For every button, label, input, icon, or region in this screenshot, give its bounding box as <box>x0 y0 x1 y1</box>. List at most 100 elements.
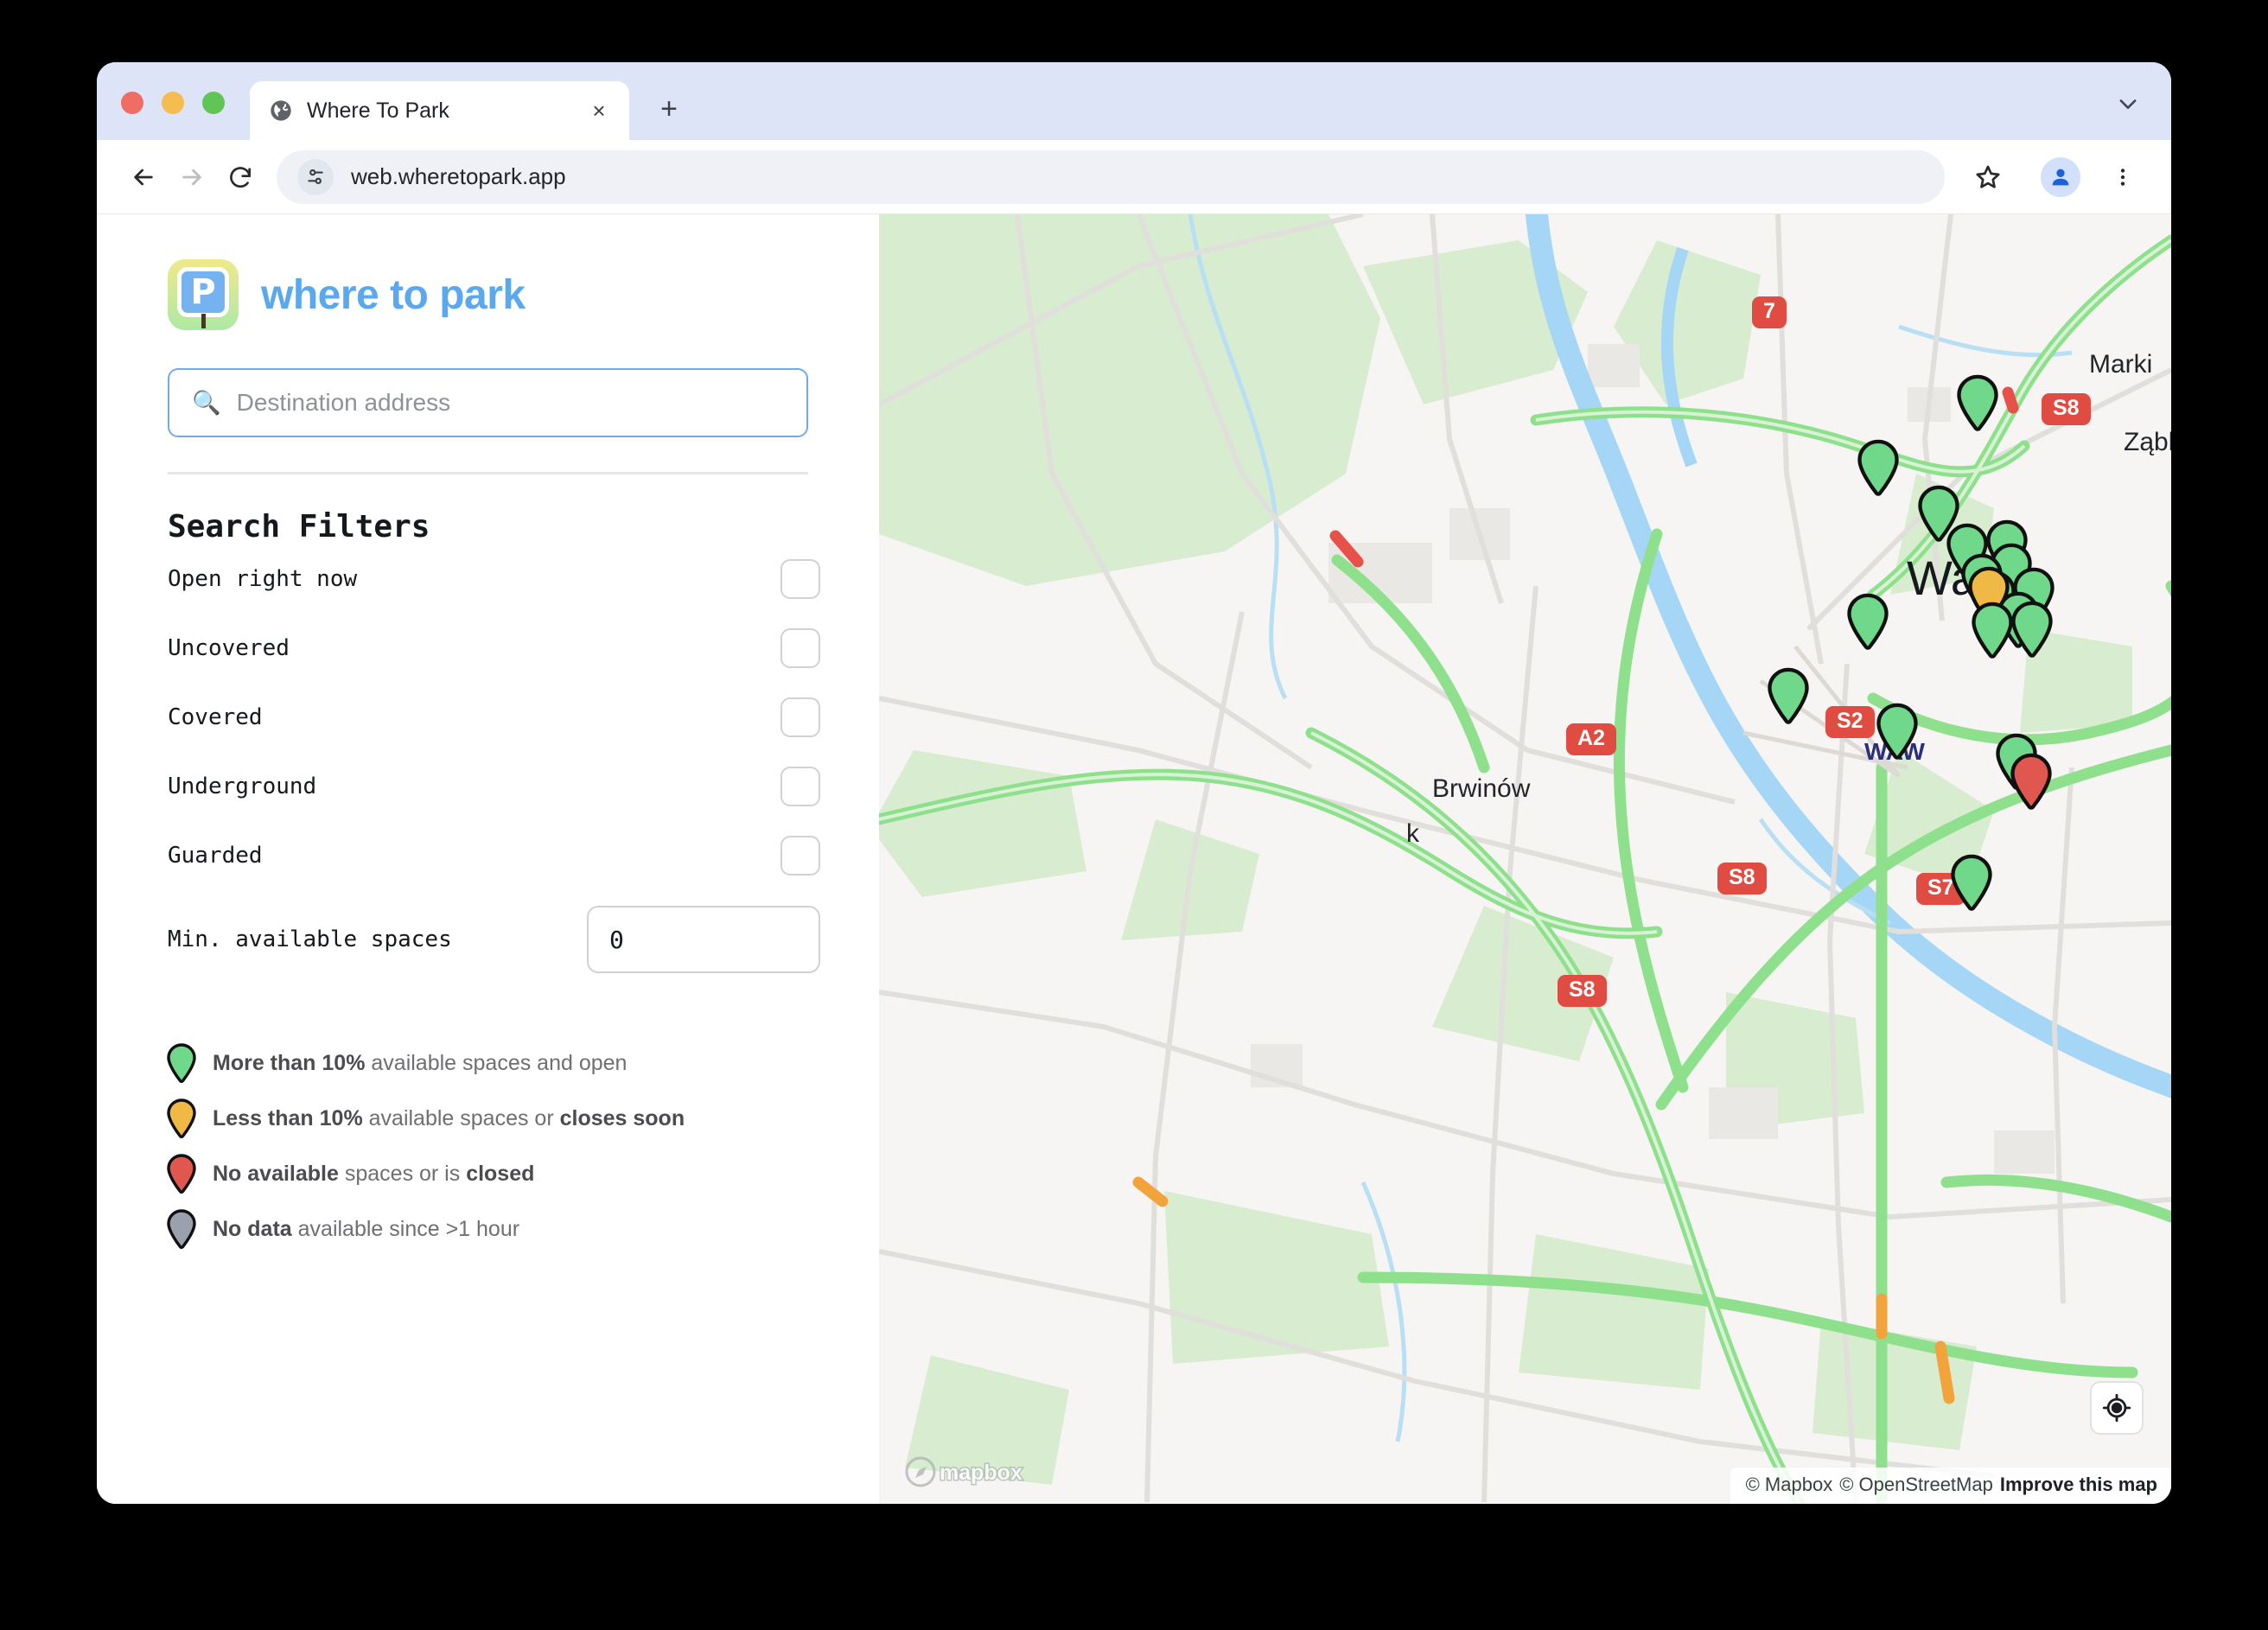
parking-marker-green[interactable] <box>1845 593 1890 650</box>
svg-text:mapbox: mapbox <box>940 1461 1023 1485</box>
new-tab-button[interactable]: + <box>650 90 688 128</box>
filter-checkbox-covered[interactable] <box>780 697 820 737</box>
legend-label: Less than 10% available spaces or closes… <box>213 1106 685 1131</box>
browser-toolbar: web.wheretopark.app <box>97 140 2171 214</box>
pin-green-icon <box>167 1043 196 1083</box>
parking-marker-red[interactable] <box>2009 753 2054 810</box>
globe-icon <box>269 99 293 123</box>
parking-sign-letter: P <box>177 267 229 317</box>
place-label-zabki: Ząbki <box>2124 428 2171 456</box>
filter-row-guarded[interactable]: Guarded <box>168 821 820 890</box>
avatar <box>2041 156 2080 197</box>
legend-rest: available spaces and open <box>365 1050 628 1075</box>
filter-label: Open right now <box>168 566 358 592</box>
filter-row-uncovered[interactable]: Uncovered <box>168 614 820 683</box>
tab-title: Where To Park <box>307 98 449 123</box>
app-name: where to park <box>261 271 526 318</box>
profile-button[interactable] <box>2036 153 2085 201</box>
window-traffic-lights <box>97 92 225 140</box>
filter-checkbox-uncovered[interactable] <box>780 628 820 668</box>
legend-strong: Less than 10% <box>213 1105 363 1130</box>
legend-strong: No available <box>213 1161 339 1186</box>
filter-label: Covered <box>168 704 263 730</box>
filter-row-open-right-now[interactable]: Open right now <box>168 544 820 614</box>
legend-strong-2: closes soon <box>559 1105 685 1130</box>
filter-row-covered[interactable]: Covered <box>168 683 820 752</box>
parking-marker-green[interactable] <box>1856 439 1901 496</box>
tab-strip: Where To Park × + <box>97 62 2171 140</box>
min-available-spaces-label: Min. available spaces <box>168 926 452 952</box>
legend-item-available: More than 10% available spaces and open <box>166 1035 858 1091</box>
pin-orange-icon <box>167 1098 196 1138</box>
parking-marker-green[interactable] <box>1949 854 1994 911</box>
legend-strong: No data <box>213 1216 292 1241</box>
legend-strong: More than 10% <box>213 1050 366 1075</box>
sign-post <box>201 314 206 328</box>
attribution-osm: © OpenStreetMap <box>1839 1474 1993 1495</box>
site-settings-icon[interactable] <box>297 158 334 195</box>
map-legend: More than 10% available spaces and open … <box>166 1035 858 1257</box>
legend-strong-2: closed <box>466 1161 535 1186</box>
filter-checkbox-open-right-now[interactable] <box>780 559 820 599</box>
filter-label: Guarded <box>168 843 263 869</box>
road-shield: A2 <box>1566 723 1616 755</box>
browser-window: Where To Park × + web.wheretopark.app P … <box>97 62 2171 1504</box>
road-shield: S8 <box>1717 863 1767 895</box>
filter-row-underground[interactable]: Underground <box>168 752 820 821</box>
app-logo-icon: P <box>168 259 239 330</box>
parking-marker-green[interactable] <box>1970 602 2015 659</box>
page-content: P where to park 🔍 Search Filters Open ri… <box>97 214 2171 1504</box>
legend-rest: spaces or is <box>338 1161 467 1186</box>
filter-label: Underground <box>168 774 317 799</box>
filter-checkbox-guarded[interactable] <box>780 836 820 875</box>
map-attribution[interactable]: © Mapbox © OpenStreetMap Improve this map <box>1730 1468 2171 1504</box>
search-input[interactable] <box>236 389 784 417</box>
min-available-spaces-row: Min. available spaces <box>168 906 820 973</box>
pin-gray-icon <box>167 1209 196 1249</box>
destination-search[interactable]: 🔍 <box>168 368 808 437</box>
browser-tab[interactable]: Where To Park × <box>250 81 629 140</box>
place-label-marki: Marki <box>2089 350 2153 379</box>
filter-checkbox-underground[interactable] <box>780 767 820 806</box>
search-icon: 🔍 <box>192 390 221 416</box>
road-shield: 7 <box>1752 296 1787 328</box>
address-bar[interactable]: web.wheretopark.app <box>277 150 1945 204</box>
improve-map-link[interactable]: Improve this map <box>2000 1474 2157 1495</box>
close-window-button[interactable] <box>121 92 143 114</box>
url-text: web.wheretopark.app <box>351 163 566 189</box>
legend-label: No data available since >1 hour <box>213 1217 519 1242</box>
forward-button[interactable] <box>168 153 216 201</box>
road-shield: S8 <box>1558 975 1607 1007</box>
minimize-window-button[interactable] <box>162 92 184 114</box>
parking-marker-green[interactable] <box>1955 374 2000 431</box>
legend-label: More than 10% available spaces and open <box>213 1051 627 1076</box>
place-label-brwinow: Brwinów <box>1432 774 1531 803</box>
parking-marker-green[interactable] <box>2010 601 2055 658</box>
place-label-partial: k <box>1406 819 1419 848</box>
back-button[interactable] <box>119 153 168 201</box>
reload-button[interactable] <box>216 153 264 201</box>
mapbox-logo[interactable]: mapbox <box>905 1456 1043 1492</box>
zoom-window-button[interactable] <box>202 92 225 114</box>
search-filters-heading: Search Filters <box>168 509 430 544</box>
geolocate-button[interactable] <box>2092 1383 2142 1433</box>
map-view[interactable]: 7 S8 S8 A2 S2 S2 S8 S7 S8 Kobyłka Marki … <box>879 214 2171 1504</box>
legend-label: No available spaces or is closed <box>213 1162 534 1187</box>
legend-rest: available since >1 hour <box>291 1216 520 1241</box>
bookmark-star-icon[interactable] <box>1964 153 2012 201</box>
filter-label: Uncovered <box>168 635 290 661</box>
parking-marker-green[interactable] <box>1875 703 1920 760</box>
legend-rest: available spaces or <box>362 1105 560 1130</box>
sidebar-divider <box>168 472 808 474</box>
legend-item-full: No available spaces or is closed <box>166 1146 858 1201</box>
browser-menu-icon[interactable] <box>2099 153 2147 201</box>
min-available-spaces-input[interactable] <box>587 906 820 973</box>
attribution-mapbox: © Mapbox <box>1745 1474 1833 1495</box>
pin-red-icon <box>167 1154 196 1194</box>
brand-header: P where to park <box>118 214 858 330</box>
chevron-down-icon[interactable] <box>2111 86 2145 121</box>
close-icon[interactable]: × <box>584 96 614 125</box>
legend-item-nodata: No data available since >1 hour <box>166 1201 858 1257</box>
parking-marker-green[interactable] <box>1766 667 1811 724</box>
sidebar: P where to park 🔍 Search Filters Open ri… <box>97 214 879 1504</box>
